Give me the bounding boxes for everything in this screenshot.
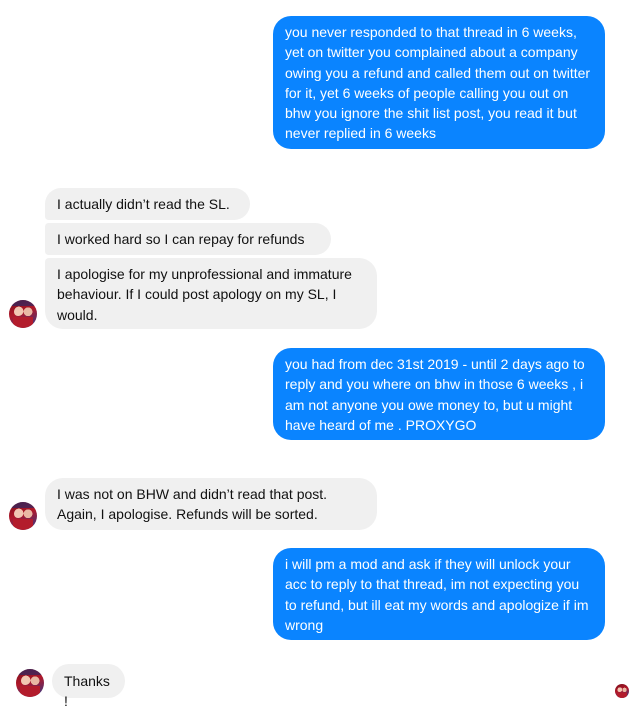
- message-text: I actually didn’t read the SL.: [57, 196, 230, 212]
- message-text: you had from dec 31st 2019 - until 2 day…: [285, 356, 585, 433]
- message-text: I apologise for my unprofessional and im…: [57, 266, 352, 323]
- message-text: I was not on BHW and didn’t read that po…: [57, 486, 328, 523]
- contact-avatar-icon[interactable]: [9, 300, 37, 328]
- contact-avatar-icon[interactable]: [9, 502, 37, 530]
- seen-avatar-graphic: [617, 688, 627, 698]
- incoming-message[interactable]: Thanks!: [52, 664, 125, 709]
- outgoing-message[interactable]: you never responded to that thread in 6 …: [273, 16, 605, 149]
- incoming-message[interactable]: I apologise for my unprofessional and im…: [45, 258, 377, 329]
- incoming-message[interactable]: I actually didn’t read the SL.: [45, 188, 250, 220]
- message-text: I worked hard so I can repay for refunds: [57, 231, 305, 247]
- message-text: you never responded to that thread in 6 …: [285, 24, 591, 142]
- contact-avatar-icon[interactable]: [16, 669, 44, 697]
- contact-avatar-graphic: [16, 669, 44, 697]
- message-text: Thanks!: [64, 673, 110, 710]
- contact-avatar-graphic: [9, 300, 37, 328]
- incoming-message[interactable]: I was not on BHW and didn’t read that po…: [45, 478, 377, 530]
- outgoing-message[interactable]: you had from dec 31st 2019 - until 2 day…: [273, 348, 605, 440]
- outgoing-message[interactable]: i will pm a mod and ask if they will unl…: [273, 548, 605, 640]
- message-text: i will pm a mod and ask if they will unl…: [285, 556, 589, 633]
- incoming-message[interactable]: I worked hard so I can repay for refunds: [45, 223, 331, 255]
- seen-avatar-icon: [615, 684, 629, 698]
- contact-avatar-graphic: [9, 502, 37, 530]
